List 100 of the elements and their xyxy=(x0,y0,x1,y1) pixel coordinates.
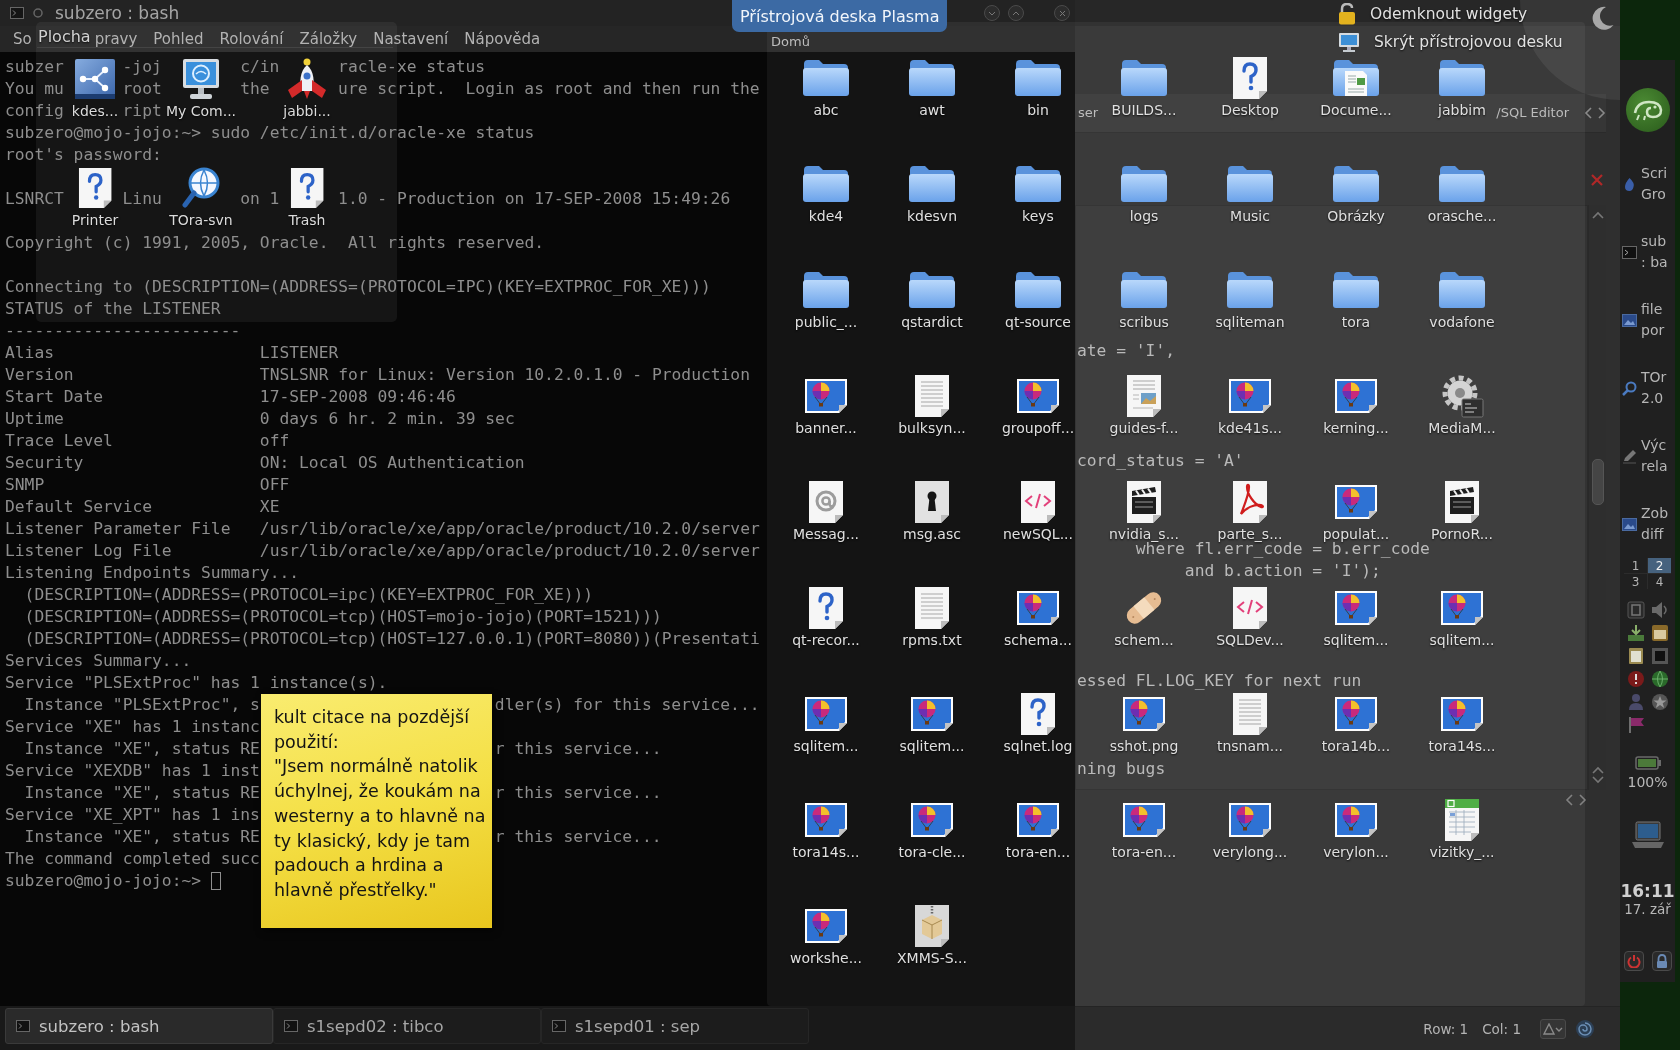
file-item[interactable]: newSQL... xyxy=(1003,480,1073,544)
laptop-icon[interactable] xyxy=(1630,821,1665,849)
file-item[interactable]: SQLDev... xyxy=(1216,586,1284,650)
taskbar-button[interactable]: Výc rela xyxy=(1620,422,1675,490)
desktop-shortcut[interactable]: TOra-svn xyxy=(169,167,233,228)
file-item[interactable]: sqlnet.log xyxy=(1003,692,1073,756)
file-item[interactable]: schema... xyxy=(1003,586,1072,650)
speaker-icon[interactable] xyxy=(1650,601,1669,619)
pager-desktop[interactable]: 1 xyxy=(1624,558,1647,573)
file-item[interactable]: tora14s... xyxy=(792,798,860,862)
launcher-button[interactable] xyxy=(1625,88,1670,132)
power-button[interactable] xyxy=(1623,951,1644,971)
folder-item[interactable]: orasche... xyxy=(1427,162,1497,226)
folder-item[interactable]: bin xyxy=(1014,56,1062,120)
tab-title[interactable]: /SQL Editor xyxy=(1496,105,1569,121)
crescent-icon[interactable] xyxy=(1592,6,1614,30)
alert-disc-icon[interactable] xyxy=(1626,670,1645,688)
menu-item[interactable]: Nastavení xyxy=(373,30,449,48)
folder-item[interactable]: vodafone xyxy=(1429,268,1495,332)
taskbar-button[interactable]: TOr 2.0 xyxy=(1620,354,1675,422)
file-item[interactable]: Messag... xyxy=(792,480,860,544)
tile-icon[interactable] xyxy=(1626,601,1645,619)
file-item[interactable]: vizitky_... xyxy=(1429,798,1495,862)
desktop-shortcut[interactable]: kdes... xyxy=(71,58,119,119)
folder-item[interactable]: kde4 xyxy=(802,162,850,226)
file-item[interactable]: tora14s... xyxy=(1428,692,1496,756)
menu-item[interactable]: Záložky xyxy=(299,30,358,48)
file-item[interactable]: sqlitem... xyxy=(899,692,965,756)
file-item[interactable]: groupoff... xyxy=(1001,374,1075,438)
menu-item[interactable]: Rolování xyxy=(219,30,284,48)
folder-item[interactable]: sqliteman xyxy=(1215,268,1285,332)
file-item[interactable]: bulksyn... xyxy=(898,374,966,438)
file-item[interactable]: rpms.txt xyxy=(902,586,962,650)
file-item[interactable]: msg.asc xyxy=(903,480,961,544)
tab-title[interactable]: ser xyxy=(1078,105,1099,121)
desktop-shortcut[interactable]: Printer xyxy=(71,167,119,228)
folder-item[interactable]: Docume... xyxy=(1320,56,1392,120)
menu-item[interactable]: So xyxy=(13,30,32,48)
maximize-button[interactable] xyxy=(1008,5,1024,21)
left-right-arrows-icon[interactable] xyxy=(1584,107,1606,119)
file-item[interactable]: MediaM... xyxy=(1428,374,1496,438)
file-item[interactable]: tora-cle... xyxy=(898,798,966,862)
file-item[interactable]: qt-recor... xyxy=(792,586,860,650)
folder-item[interactable]: tora xyxy=(1332,268,1380,332)
download-icon[interactable] xyxy=(1626,624,1645,642)
menu-item[interactable]: Pohled xyxy=(153,30,204,48)
file-item[interactable]: guides-f... xyxy=(1109,374,1179,438)
taskbar-button[interactable]: Zob diff xyxy=(1620,490,1675,558)
dropdown-button[interactable] xyxy=(1540,1018,1566,1039)
file-item[interactable]: kerning... xyxy=(1323,374,1389,438)
toolbox-action[interactable]: Odemknout widgety xyxy=(1338,3,1563,25)
file-item[interactable]: XMMS-S... xyxy=(897,904,967,968)
desktop-shortcut[interactable]: Trash xyxy=(288,167,326,228)
taskbar-button[interactable]: sub : ba xyxy=(1620,218,1675,286)
file-item[interactable]: tora14b... xyxy=(1321,692,1391,756)
file-item[interactable]: sshot.png xyxy=(1109,692,1179,756)
terminal-tab[interactable]: s1sepd01 : sep xyxy=(541,1008,809,1044)
flag-icon[interactable] xyxy=(1626,716,1645,734)
person-icon[interactable] xyxy=(1626,693,1645,711)
pager-desktop[interactable]: 4 xyxy=(1648,574,1671,589)
toolbox-action[interactable]: Skrýt přístrojovou desku xyxy=(1338,31,1563,53)
file-item[interactable]: Desktop xyxy=(1221,56,1279,120)
file-item[interactable]: PornoR... xyxy=(1430,480,1493,544)
stop-square-icon[interactable] xyxy=(1650,647,1669,665)
file-item[interactable]: banner... xyxy=(795,374,857,438)
menu-item[interactable]: pravy xyxy=(94,30,138,48)
minimize-button[interactable] xyxy=(984,5,1000,21)
file-item[interactable]: tnsnam... xyxy=(1216,692,1284,756)
file-item[interactable]: workshe... xyxy=(790,904,862,968)
scrollbar-thumb[interactable] xyxy=(1591,459,1604,505)
terminal-tab[interactable]: subzero : bash xyxy=(5,1008,273,1044)
swirl-icon[interactable] xyxy=(1575,1018,1595,1039)
folder-item[interactable]: abc xyxy=(802,56,850,120)
note-card-icon[interactable] xyxy=(1626,647,1645,665)
star-disc-icon[interactable] xyxy=(1650,693,1669,711)
taskbar-button[interactable]: file por xyxy=(1620,286,1675,354)
folder-item[interactable]: jabbim xyxy=(1438,56,1486,120)
folder-item[interactable]: kdesvn xyxy=(906,162,958,226)
folder-item[interactable]: awt xyxy=(908,56,956,120)
file-item[interactable]: schem... xyxy=(1114,586,1174,650)
folder-item[interactable]: logs xyxy=(1120,162,1168,226)
close-button[interactable] xyxy=(1054,5,1070,21)
folder-item[interactable]: Obrázky xyxy=(1327,162,1385,226)
file-item[interactable]: parte_s... xyxy=(1217,480,1283,544)
folder-item[interactable]: keys xyxy=(1014,162,1062,226)
lock-button[interactable] xyxy=(1651,951,1672,971)
folder-item[interactable]: qt-source xyxy=(1005,268,1071,332)
taskbar-button[interactable]: Scri Gro xyxy=(1620,150,1675,218)
folder-item[interactable]: qstardict xyxy=(901,268,963,332)
file-item[interactable]: verylong... xyxy=(1212,798,1288,862)
file-item[interactable]: verylon... xyxy=(1323,798,1389,862)
globe-icon[interactable] xyxy=(1650,670,1669,688)
file-item[interactable]: kde41s... xyxy=(1217,374,1283,438)
file-item[interactable]: sqlitem... xyxy=(1429,586,1495,650)
menu-item[interactable]: Nápověda xyxy=(464,30,541,48)
pager-desktop[interactable]: 2 xyxy=(1648,558,1671,573)
folder-item[interactable]: Music xyxy=(1226,162,1274,226)
file-item[interactable]: sqlitem... xyxy=(1323,586,1389,650)
desktop-shortcut[interactable]: jabbi... xyxy=(283,58,331,119)
pager-desktop[interactable]: 3 xyxy=(1624,574,1647,589)
